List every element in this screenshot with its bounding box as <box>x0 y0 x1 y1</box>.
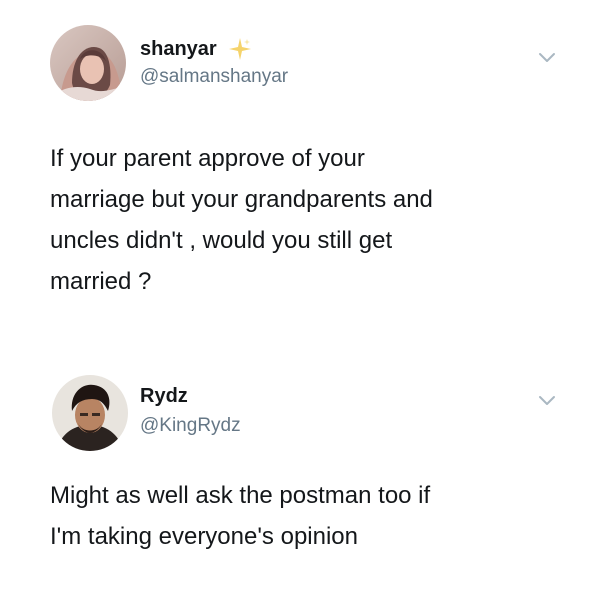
user-handle[interactable]: @salmanshanyar <box>140 66 288 88</box>
chevron-down-icon[interactable] <box>538 395 556 407</box>
display-name[interactable]: Rydz <box>140 385 188 408</box>
avatar-rydz[interactable] <box>52 375 128 451</box>
tweet-shanyar: shanyar @salmanshanyar If your parent ap… <box>0 0 602 340</box>
avatar-shanyar[interactable] <box>50 25 126 101</box>
user-handle[interactable]: @KingRydz <box>140 415 241 437</box>
avatar-rydz-image <box>52 375 128 451</box>
tweet-text: Might as well ask the postman too if I'm… <box>50 482 431 550</box>
avatar-shanyar-image <box>50 25 126 101</box>
sparkle-icon <box>229 38 251 60</box>
tweet-rydz: Rydz @KingRydz Might as well ask the pos… <box>0 340 602 602</box>
display-name[interactable]: shanyar <box>140 38 217 61</box>
chevron-down-icon[interactable] <box>538 52 556 64</box>
tweet-text: If your parent approve of your marriage … <box>50 145 433 295</box>
